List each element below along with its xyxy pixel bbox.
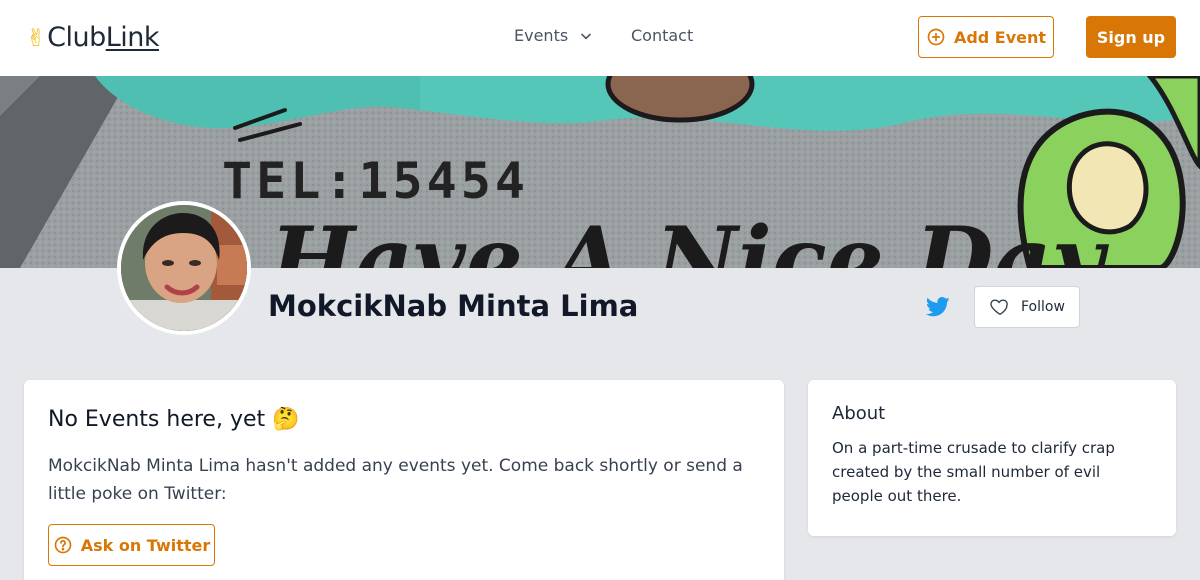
logo-link[interactable]: ✌ ClubLink (26, 22, 160, 54)
events-empty-title: No Events here, yet 🤔 (48, 407, 300, 432)
add-event-button[interactable]: Add Event (918, 16, 1054, 58)
ask-on-twitter-label: Ask on Twitter (80, 535, 211, 555)
banner-tel-text: TEL:15454 (222, 152, 529, 210)
follow-label: Follow (1021, 299, 1065, 315)
profile-name: MokcikNab Minta Lima (268, 289, 639, 323)
events-card: No Events here, yet 🤔 MokcikNab Minta Li… (24, 380, 784, 580)
ask-on-twitter-button[interactable]: Ask on Twitter (48, 524, 215, 566)
about-text: On a part-time crusade to clarify crap c… (832, 439, 1115, 505)
chevron-down-icon (581, 33, 591, 39)
about-card: About On a part-time crusade to clarify … (808, 380, 1176, 536)
victory-hand-icon: ✌ (26, 24, 47, 52)
events-empty-message: MokcikNab Minta Lima hasn't added any ev… (48, 456, 743, 504)
nav-events-label: Events (514, 26, 569, 45)
twitter-icon (925, 297, 950, 317)
logo-text-link: Link (105, 22, 160, 53)
avatar-image (121, 205, 247, 331)
profile-avatar (117, 201, 251, 335)
follow-button[interactable]: Follow (974, 286, 1080, 328)
logo-text: ClubLink (47, 22, 159, 54)
nav-events-dropdown[interactable]: Events (514, 26, 594, 45)
heart-icon (990, 299, 1008, 316)
sign-up-button[interactable]: Sign up (1086, 16, 1176, 58)
plus-circle-icon (927, 28, 945, 46)
logo-text-club: Club (47, 22, 106, 53)
add-event-label: Add Event (953, 27, 1047, 47)
about-title: About (832, 403, 886, 424)
site-header: ✌ ClubLink Events Contact Add Event Sign… (0, 0, 1200, 76)
nav-contact-link[interactable]: Contact (631, 26, 693, 45)
twitter-link[interactable] (925, 296, 950, 318)
question-circle-icon (54, 536, 72, 554)
banner-script-text: Have A Nice Day (267, 207, 1110, 268)
